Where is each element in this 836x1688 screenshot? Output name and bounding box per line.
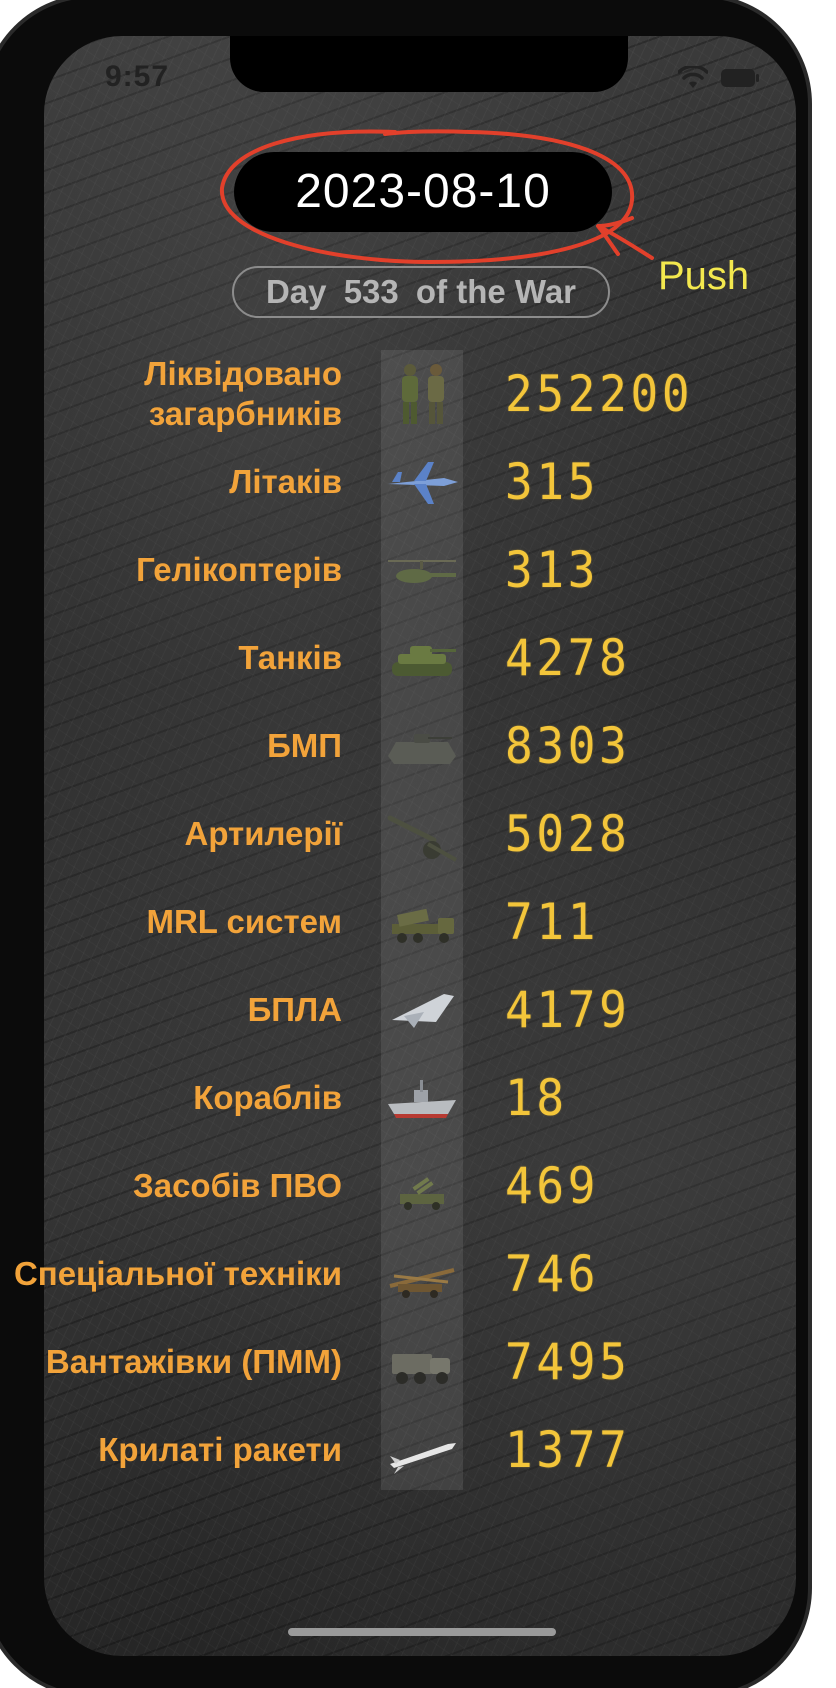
stat-label: Вантажівки (ПММ) — [45, 1343, 342, 1380]
wifi-icon — [678, 66, 708, 90]
stat-label: Засобів ПВО — [133, 1167, 342, 1204]
air-defense-icon — [384, 1152, 460, 1220]
jet-icon — [384, 448, 460, 516]
date-button[interactable]: 2023-08-10 — [234, 152, 612, 232]
truck-icon — [384, 1328, 460, 1396]
stat-value: 4179 — [505, 981, 631, 1039]
stat-label: Танків — [238, 639, 342, 676]
stat-label: Крилаті ракети — [98, 1431, 342, 1468]
stat-value: 746 — [505, 1245, 600, 1303]
stat-value: 7495 — [505, 1333, 631, 1391]
helicopter-icon — [384, 536, 460, 604]
stat-label: Кораблів — [193, 1079, 342, 1116]
day-counter: Day 533 of the War — [232, 266, 610, 318]
stat-label: БМП — [267, 727, 342, 764]
stat-row-cruise-missiles: Крилаті ракети 1377 — [0, 1406, 836, 1494]
day-suffix: of the War — [415, 273, 577, 310]
tank-icon — [384, 624, 460, 692]
day-prefix: Day — [265, 273, 327, 310]
stat-value: 5028 — [505, 805, 631, 863]
stat-value: 1377 — [505, 1421, 631, 1479]
stat-row-trucks: Вантажівки (ПММ) 7495 — [0, 1318, 836, 1406]
stat-row-drones: БПЛА 4179 — [0, 966, 836, 1054]
stat-row-personnel: Ліквідовано загарбників 252200 — [0, 350, 836, 438]
stat-label: Ліквідовано загарбників — [144, 355, 342, 432]
home-indicator[interactable] — [288, 1628, 556, 1636]
stat-label: MRL систем — [146, 903, 342, 940]
stat-row-ships: Кораблів 18 — [0, 1054, 836, 1142]
artillery-icon — [384, 800, 460, 868]
drone-icon — [384, 976, 460, 1044]
stat-value: 252200 — [505, 365, 694, 423]
notch — [230, 36, 628, 92]
status-time: 9:57 — [105, 60, 170, 93]
stat-value: 469 — [505, 1157, 600, 1215]
stat-value: 711 — [505, 893, 600, 951]
stat-row-air-defense: Засобів ПВО 469 — [0, 1142, 836, 1230]
soldiers-icon — [384, 360, 460, 428]
stat-label: Літаків — [229, 463, 342, 500]
stat-value: 315 — [505, 453, 600, 511]
stat-value: 4278 — [505, 629, 631, 687]
stat-row-aircraft: Літаків 315 — [0, 438, 836, 526]
ship-icon — [384, 1064, 460, 1132]
stat-row-helicopters: Гелікоптерів 313 — [0, 526, 836, 614]
stat-row-mrl: MRL систем 711 — [0, 878, 836, 966]
stat-label: Артилерії — [184, 815, 343, 852]
stat-row-tanks: Танків 4278 — [0, 614, 836, 702]
day-number: 533 — [343, 273, 399, 310]
mrl-truck-icon — [384, 888, 460, 956]
special-equipment-icon — [384, 1240, 460, 1308]
stat-row-special-equipment: Спеціальної техніки 746 — [0, 1230, 836, 1318]
stat-label: Гелікоптерів — [136, 551, 342, 588]
battery-icon — [720, 67, 760, 89]
ifv-icon — [384, 712, 460, 780]
status-icons — [678, 66, 760, 90]
stat-row-ifv: БМП 8303 — [0, 702, 836, 790]
stat-label: Спеціальної техніки — [13, 1255, 342, 1292]
push-annotation-label: Push — [658, 254, 750, 298]
stat-value: 8303 — [505, 717, 631, 775]
stat-row-artillery: Артилерії 5028 — [0, 790, 836, 878]
stat-value: 18 — [505, 1069, 568, 1127]
app-window: 9:57 2023-08-10 Push Day 533 of the War — [0, 0, 836, 1688]
stat-label: БПЛА — [247, 991, 342, 1028]
cruise-missile-icon — [384, 1416, 460, 1484]
stat-value: 313 — [505, 541, 600, 599]
